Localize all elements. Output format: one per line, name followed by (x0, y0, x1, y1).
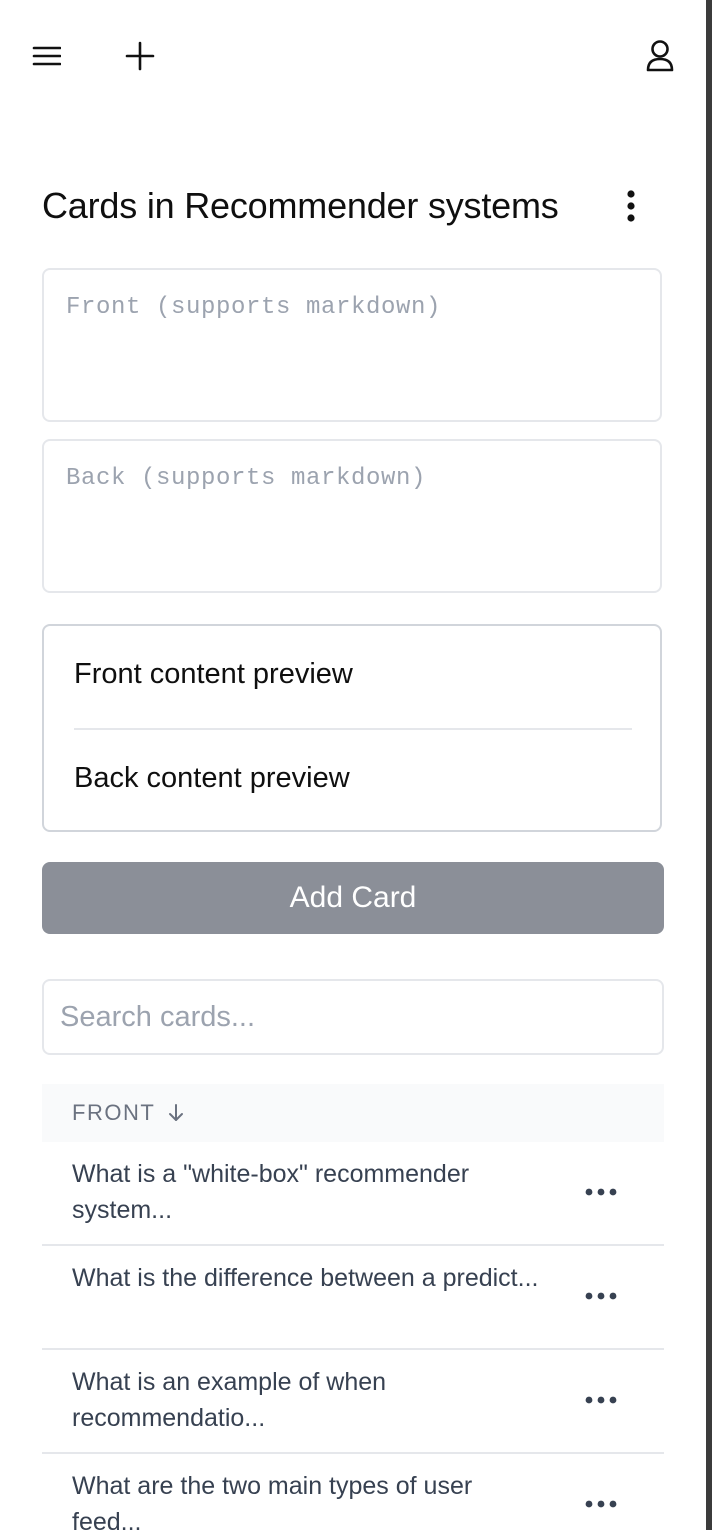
front-input[interactable] (42, 268, 662, 422)
page-title: Cards in Recommender systems (42, 185, 559, 226)
horizontal-dots-icon (585, 1292, 617, 1300)
table-row[interactable]: What is an example of when recommendatio… (42, 1350, 664, 1454)
horizontal-dots-icon (585, 1396, 617, 1404)
table-row[interactable]: What is the difference between a predict… (42, 1246, 664, 1350)
app-page: Cards in Recommender systems Front conte… (0, 0, 706, 1530)
plus-icon (125, 41, 155, 71)
card-front-text: What are the two main types of user feed… (72, 1472, 473, 1530)
table-row[interactable]: What is a "white-box" recommender system… (42, 1142, 664, 1246)
row-actions-button[interactable] (578, 1276, 624, 1316)
front-column-header[interactable]: FRONT (72, 1100, 185, 1126)
preview-divider (74, 728, 632, 730)
row-actions-button[interactable] (578, 1484, 624, 1524)
menu-button[interactable] (26, 36, 66, 76)
horizontal-dots-icon (585, 1500, 617, 1508)
window-edge (706, 0, 712, 1530)
search-cards-input[interactable] (42, 979, 664, 1055)
add-card-button[interactable]: Add Card (42, 862, 664, 934)
table-row[interactable]: What are the two main types of user feed… (42, 1454, 664, 1530)
front-column-label: FRONT (72, 1100, 156, 1125)
back-input[interactable] (42, 439, 662, 593)
user-account-button[interactable] (640, 36, 680, 76)
new-deck-button[interactable] (120, 36, 160, 76)
horizontal-dots-icon (585, 1188, 617, 1196)
front-preview-text: Front content preview (74, 658, 353, 690)
back-preview-text: Back content preview (74, 762, 350, 794)
row-actions-button[interactable] (578, 1172, 624, 1212)
top-bar (0, 0, 706, 112)
cards-table: FRONT What is a "white-box" recommender … (42, 1084, 664, 1530)
vertical-dots-icon (627, 190, 635, 222)
user-icon (646, 40, 674, 72)
deck-options-button[interactable] (612, 184, 650, 228)
title-row: Cards in Recommender systems (42, 180, 662, 232)
card-front-text: What is the difference between a predict… (72, 1264, 539, 1292)
card-front-text: What is a "white-box" recommender system… (72, 1160, 470, 1224)
row-actions-button[interactable] (578, 1380, 624, 1420)
card-preview: Front content preview Back content previ… (42, 624, 662, 832)
table-header: FRONT (42, 1084, 664, 1142)
card-front-text: What is an example of when recommendatio… (72, 1368, 387, 1432)
hamburger-menu-icon (32, 46, 61, 66)
arrow-down-icon (169, 1104, 184, 1121)
